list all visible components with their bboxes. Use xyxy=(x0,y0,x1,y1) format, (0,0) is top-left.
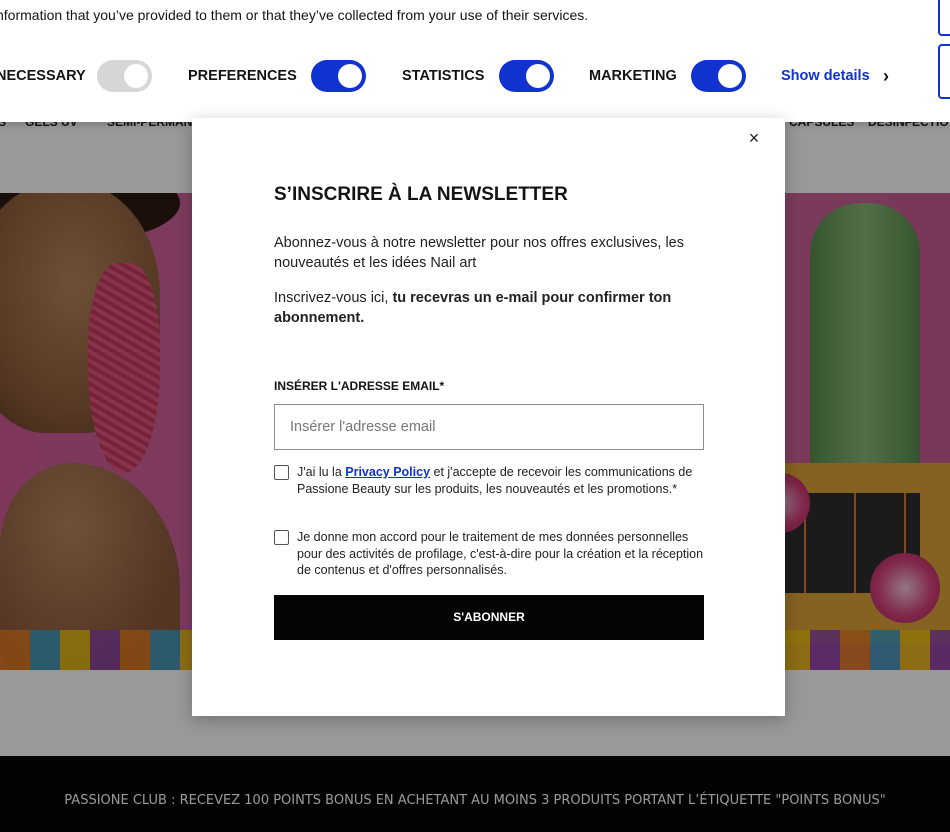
toggle-marketing[interactable] xyxy=(691,60,746,92)
chevron-right-icon[interactable]: › xyxy=(883,66,889,87)
signup-lead: Inscrivez-vous ici, xyxy=(274,290,393,306)
show-details-link[interactable]: Show details xyxy=(781,68,870,84)
toggle-statistics[interactable] xyxy=(499,60,554,92)
toggle-knob xyxy=(338,64,362,88)
subscribe-button[interactable]: S'ABONNER xyxy=(274,595,704,640)
newsletter-modal: × S’INSCRIRE À LA NEWSLETTER Abonnez-vou… xyxy=(192,118,785,716)
cookie-description: nformation that you’ve provided to them … xyxy=(0,7,589,23)
toggle-label-necessary: NECESSARY xyxy=(0,68,86,84)
email-label: INSÉRER L'ADRESSE EMAIL* xyxy=(274,379,445,393)
cookie-action-button[interactable] xyxy=(938,0,950,36)
privacy-policy-link[interactable]: Privacy Policy xyxy=(345,465,430,479)
newsletter-intro: Abonnez-vous à notre newsletter pour nos… xyxy=(274,235,684,271)
toggle-necessary xyxy=(97,60,152,92)
privacy-consent-text: J'ai lu la Privacy Policy et j'accepte d… xyxy=(297,464,707,497)
privacy-consent-checkbox[interactable] xyxy=(274,465,289,480)
newsletter-title: S’INSCRIRE À LA NEWSLETTER xyxy=(274,184,568,205)
toggle-label-statistics: STATISTICS xyxy=(402,68,485,84)
toggle-label-marketing: MARKETING xyxy=(589,68,677,84)
profiling-consent-text: Je donne mon accord pour le traitement d… xyxy=(297,530,704,577)
toggle-knob xyxy=(124,64,148,88)
profiling-consent-checkbox[interactable] xyxy=(274,530,289,545)
email-field[interactable] xyxy=(274,404,704,450)
toggle-knob xyxy=(718,64,742,88)
newsletter-signup-text: Inscrivez-vous ici, tu recevras un e-mai… xyxy=(274,288,714,328)
cookie-banner: nformation that you’ve provided to them … xyxy=(0,0,950,122)
toggle-knob xyxy=(526,64,550,88)
consent1-pre: J'ai lu la xyxy=(297,465,346,479)
toggle-preferences[interactable] xyxy=(311,60,366,92)
toggle-label-preferences: PREFERENCES xyxy=(188,68,297,84)
close-icon[interactable]: × xyxy=(744,128,764,148)
cookie-action-button[interactable] xyxy=(938,44,950,99)
